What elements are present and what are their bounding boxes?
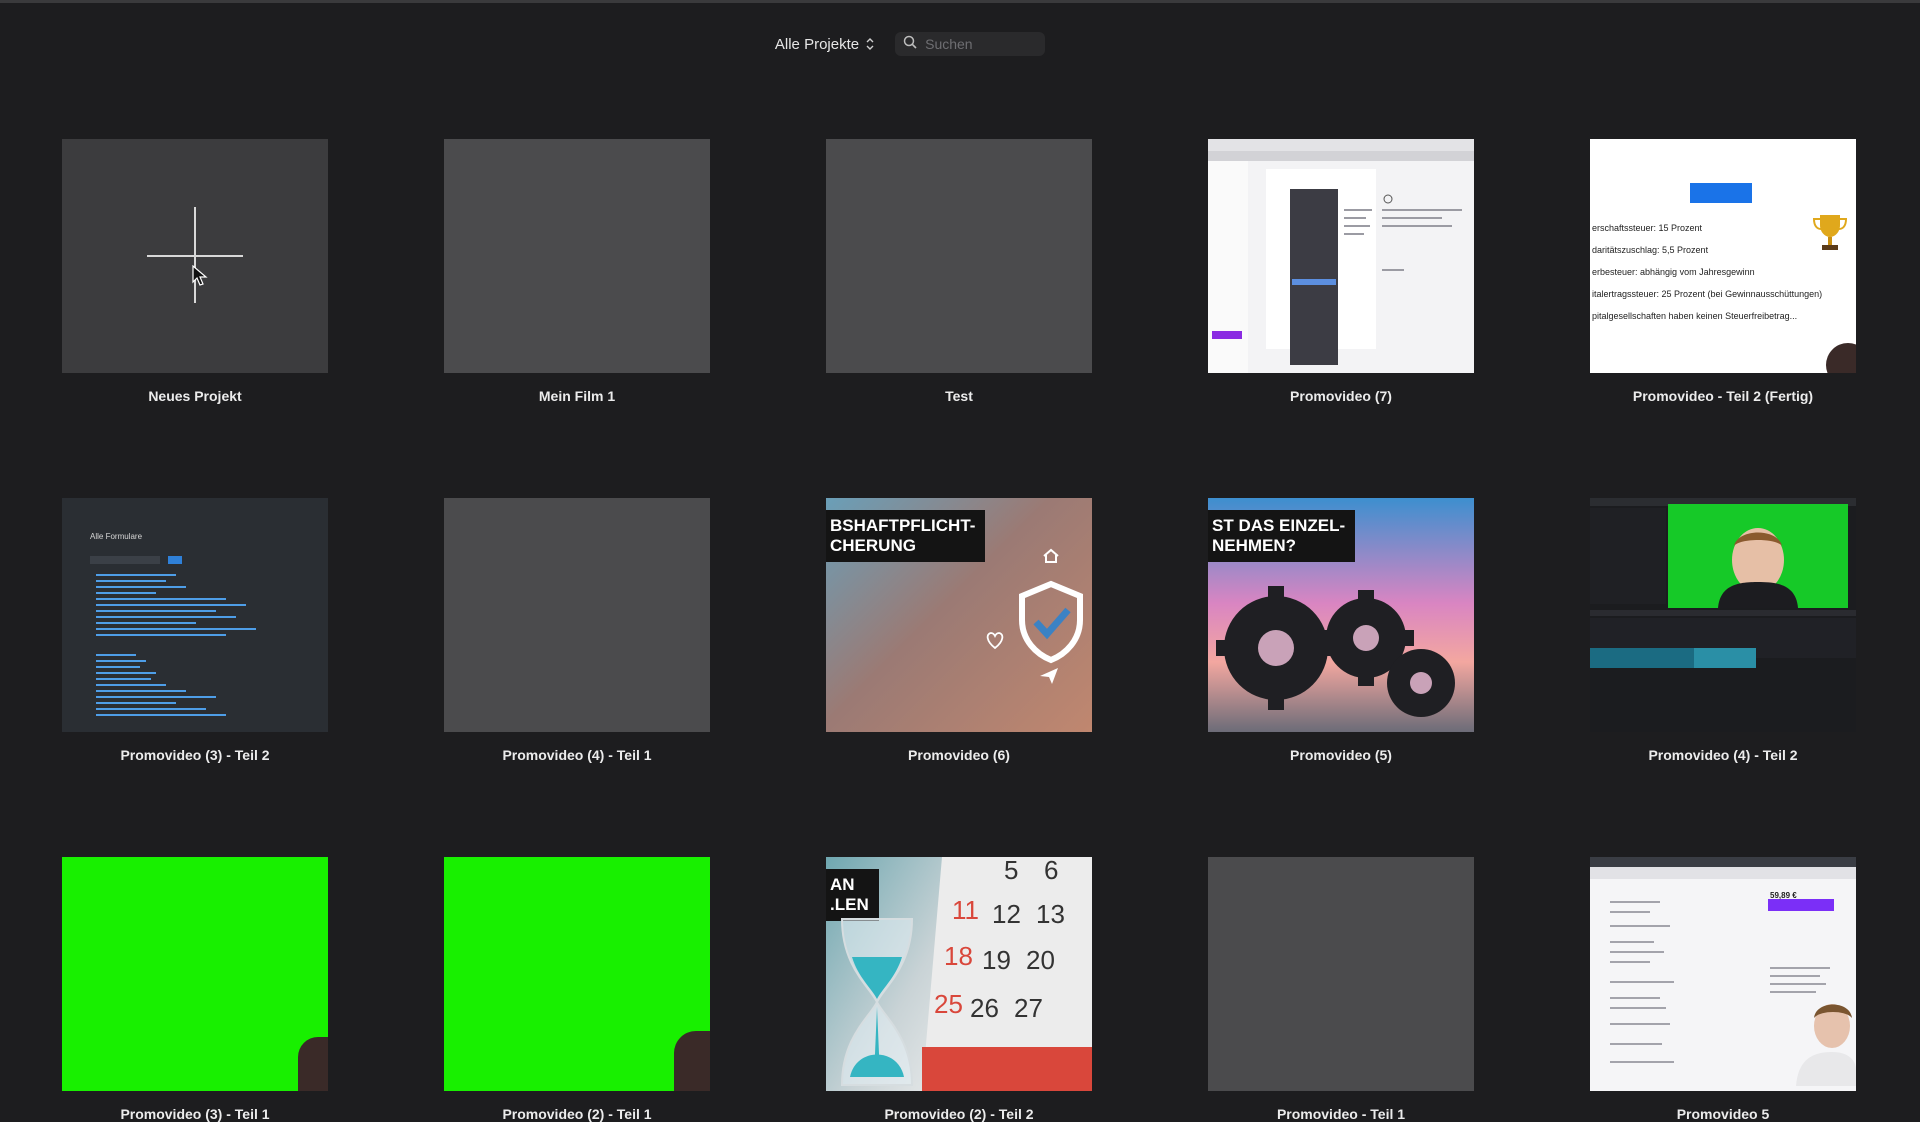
price-text: 59,89 € (1770, 891, 1797, 900)
svg-text:19: 19 (982, 945, 1011, 975)
thumbnail-banner: ST DAS EINZEL- NEHMEN? (1208, 510, 1356, 562)
chevron-updown-icon (865, 37, 875, 51)
project-tile-new[interactable]: Neues Projekt (62, 139, 328, 404)
project-title: Mein Film 1 (538, 388, 616, 404)
search-icon (903, 35, 917, 54)
thumbnail-banner: AN .LEN (826, 869, 879, 921)
tax-line: pitalgesellschaften haben keinen Steuerf… (1592, 311, 1798, 321)
svg-text:27: 27 (1014, 993, 1043, 1023)
presenter-avatar (1792, 990, 1856, 1091)
project-thumbnail[interactable] (62, 857, 328, 1091)
house-icon (1042, 548, 1060, 569)
project-grid: Neues Projekt Mein Film 1 Test Promovide… (62, 139, 1856, 1122)
project-tile[interactable]: Promovideo (4) - Teil 2 (1590, 498, 1856, 763)
search-box[interactable] (895, 32, 1046, 56)
project-tile[interactable]: Mein Film 1 (444, 139, 710, 404)
project-title: Promovideo (6) (908, 747, 1010, 763)
project-filter-label: Alle Projekte (774, 35, 860, 53)
shield-check-icon (1016, 580, 1086, 669)
project-tile[interactable]: Promovideo (4) - Teil 1 (444, 498, 710, 763)
project-title: Promovideo - Teil 1 (1276, 1106, 1406, 1122)
project-tile[interactable]: Test (826, 139, 1092, 404)
form-screenshot-illustration (1208, 139, 1474, 373)
tax-line: italertragssteuer: 25 Prozent (bei Gewin… (1592, 289, 1823, 299)
svg-text:26: 26 (970, 993, 999, 1023)
project-title: Promovideo 5 (1676, 1106, 1770, 1122)
project-thumbnail[interactable]: erschaftssteuer: 15 Prozent daritätszusc… (1590, 139, 1856, 373)
heart-icon (984, 630, 1006, 655)
project-thumbnail[interactable] (62, 139, 328, 373)
project-title: Promovideo - Teil 2 (Fertig) (1632, 388, 1814, 404)
tax-line: erbesteuer: abhängig vom Jahresgewinn (1592, 267, 1755, 277)
svg-text:11: 11 (952, 895, 979, 925)
project-thumbnail[interactable] (444, 857, 710, 1091)
project-thumbnail[interactable]: 59,89 € (1590, 857, 1856, 1091)
project-tile[interactable]: Alle Formulare Promovideo (3) - Teil 2 (62, 498, 328, 763)
project-filter-dropdown[interactable]: Alle Projekte (775, 36, 875, 53)
plane-icon (1038, 664, 1060, 691)
presenter-avatar (1826, 343, 1856, 373)
project-title: Test (945, 388, 973, 404)
project-tile[interactable]: Promovideo - Teil 1 (1208, 857, 1474, 1122)
project-tile[interactable]: BSHAFTPFLICHT- CHERUNG Promovideo (6) (826, 498, 1092, 763)
project-thumbnail[interactable] (444, 498, 710, 732)
svg-text:6: 6 (1044, 857, 1058, 885)
project-thumbnail[interactable]: AN .LEN 5 6 12 13 19 20 26 27 11 18 25 (826, 857, 1092, 1091)
project-thumbnail[interactable]: Alle Formulare (62, 498, 328, 732)
project-thumbnail[interactable] (826, 139, 1092, 373)
project-tile[interactable]: ST DAS EINZEL- NEHMEN? Promovideo (5) (1208, 498, 1474, 763)
project-tile[interactable]: Promovideo (2) - Teil 1 (444, 857, 710, 1122)
project-thumbnail[interactable] (1590, 498, 1856, 732)
project-title: Promovideo (3) - Teil 1 (120, 1106, 270, 1122)
project-tile[interactable]: Promovideo (3) - Teil 1 (62, 857, 328, 1122)
mouse-cursor-icon (192, 264, 208, 292)
project-title: Promovideo (2) - Teil 2 (884, 1106, 1034, 1122)
presenter-avatar (674, 1031, 710, 1091)
project-tile[interactable]: AN .LEN 5 6 12 13 19 20 26 27 11 18 25 P… (826, 857, 1092, 1122)
project-thumbnail[interactable]: ST DAS EINZEL- NEHMEN? (1208, 498, 1474, 732)
toolbar: Alle Projekte (0, 30, 1920, 58)
hourglass-icon (832, 917, 922, 1091)
project-title: Promovideo (7) (1290, 388, 1392, 404)
project-thumbnail[interactable]: BSHAFTPFLICHT- CHERUNG (826, 498, 1092, 732)
svg-text:12: 12 (992, 899, 1021, 929)
project-thumbnail[interactable] (1208, 139, 1474, 373)
project-title: Promovideo (2) - Teil 1 (502, 1106, 652, 1122)
calendar-icon: 5 6 12 13 19 20 26 27 11 18 25 (922, 857, 1092, 1091)
project-title: Neues Projekt (148, 388, 242, 404)
svg-text:18: 18 (944, 941, 973, 971)
project-tile[interactable]: erschaftssteuer: 15 Prozent daritätszusc… (1590, 139, 1856, 404)
presenter-avatar (298, 1037, 328, 1091)
project-thumbnail[interactable] (444, 139, 710, 373)
tax-line: erschaftssteuer: 15 Prozent (1592, 223, 1703, 233)
project-thumbnail[interactable] (1208, 857, 1474, 1091)
blue-cta-block (1690, 183, 1752, 203)
project-title: Promovideo (4) - Teil 1 (502, 747, 652, 763)
svg-text:5: 5 (1004, 857, 1018, 885)
window-top-edge (0, 0, 1920, 3)
list-screenshot-illustration (90, 556, 256, 716)
svg-text:20: 20 (1026, 945, 1055, 975)
svg-text:25: 25 (934, 989, 963, 1019)
trophy-icon (1812, 211, 1848, 258)
project-title: Promovideo (3) - Teil 2 (120, 747, 270, 763)
project-tile[interactable]: Promovideo (7) (1208, 139, 1474, 404)
svg-text:13: 13 (1036, 899, 1065, 929)
project-title: Promovideo (4) - Teil 2 (1648, 747, 1798, 763)
thumbnail-banner: BSHAFTPFLICHT- CHERUNG (826, 510, 986, 562)
gears-icon (1216, 578, 1466, 732)
tax-line: daritätszuschlag: 5,5 Prozent (1592, 245, 1709, 255)
project-tile[interactable]: 59,89 € Promovideo 5 (1590, 857, 1856, 1122)
project-title: Promovideo (5) (1290, 747, 1392, 763)
editor-screenshot-illustration (1590, 498, 1856, 732)
search-input[interactable] (925, 36, 1036, 52)
